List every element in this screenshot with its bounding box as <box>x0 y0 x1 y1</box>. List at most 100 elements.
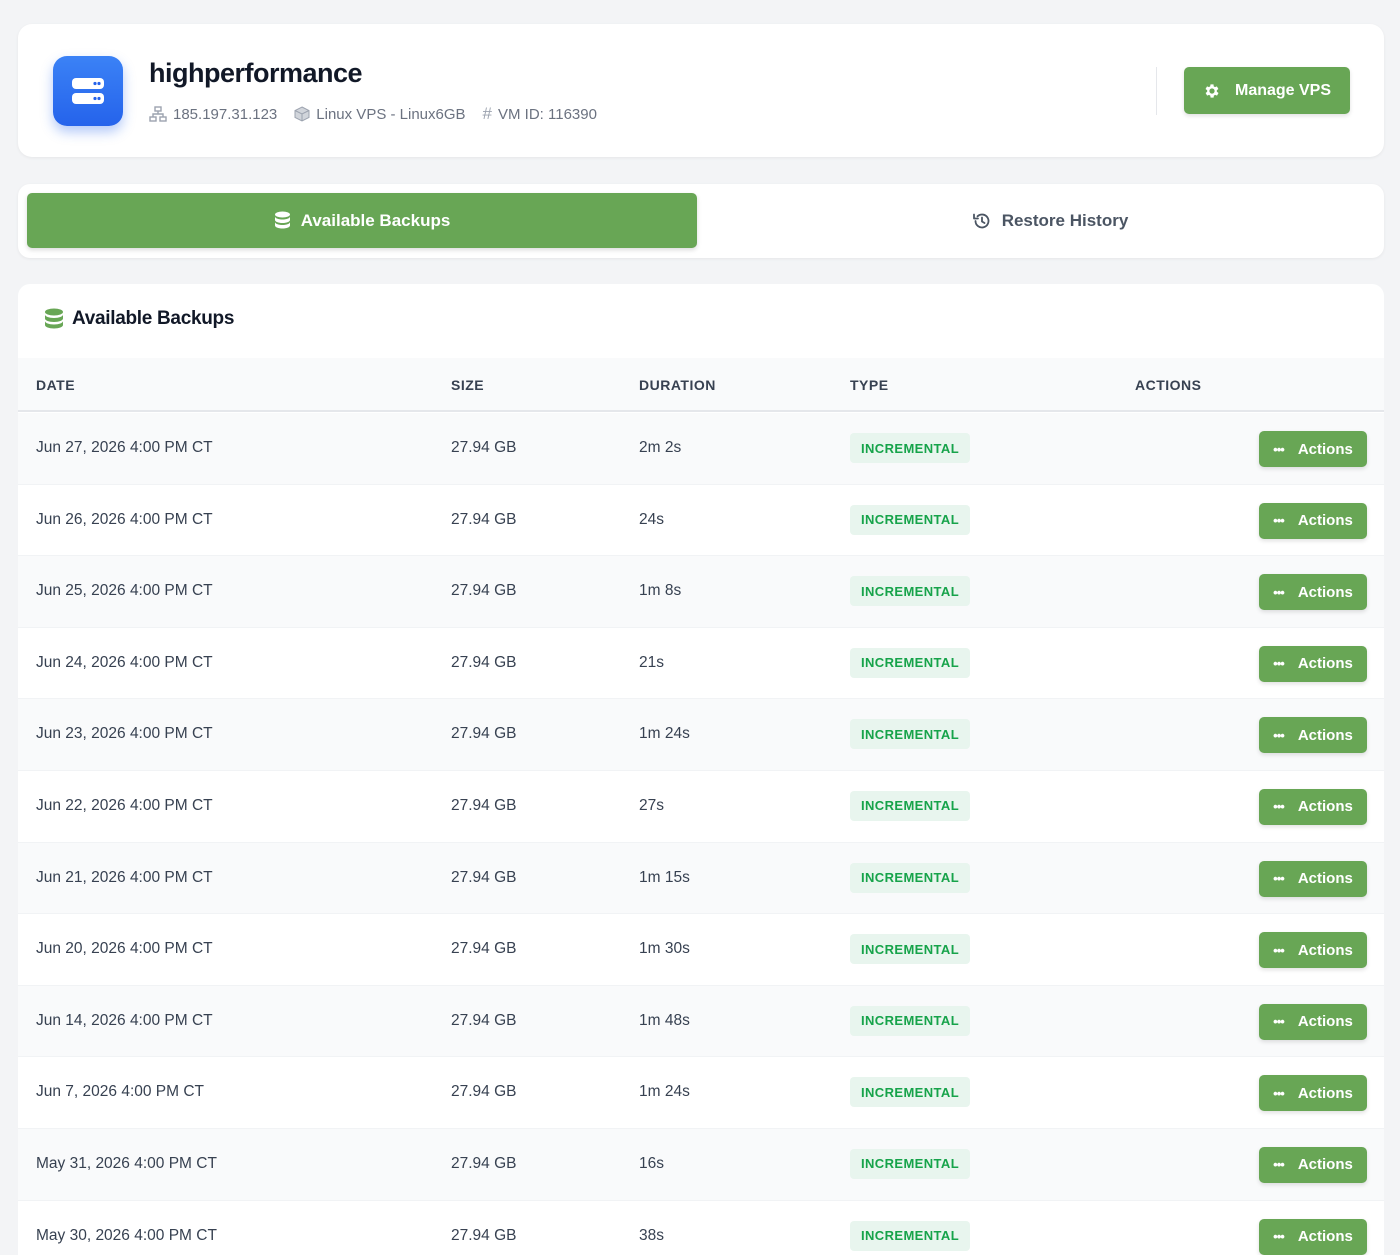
ip-text: 185.197.31.123 <box>173 105 278 123</box>
table-row: Jun 20, 2026 4:00 PM CT 27.94 GB 1m 30s INC… <box>18 914 1384 986</box>
backup-size: 27.94 GB <box>451 868 517 886</box>
table-row: Jun 25, 2026 4:00 PM CT 27.94 GB 1m 8s INCR… <box>18 556 1384 628</box>
backup-date: Jun 20, 2026 4:00 PM CT <box>36 940 213 958</box>
type-badge: INCREMENTAL <box>850 433 971 463</box>
backup-duration: 1m 15s <box>639 868 690 886</box>
type-badge: INCREMENTAL <box>850 719 971 750</box>
tab-restore-history-label: Restore History <box>1001 210 1129 230</box>
actions-button[interactable]: ••• Actions <box>1259 1218 1367 1255</box>
backup-date: Jun 7, 2026 4:00 PM CT <box>36 1083 205 1101</box>
backup-date: May 31, 2026 4:00 PM CT <box>36 1154 217 1172</box>
type-badge: INCREMENTAL <box>850 576 971 607</box>
actions-button[interactable]: ••• Actions <box>1259 717 1367 754</box>
actions-button[interactable]: ••• Actions <box>1259 645 1367 682</box>
backup-size: 27.94 GB <box>451 1011 517 1029</box>
column-size: SIZE <box>451 377 485 393</box>
manage-vps-button[interactable]: Manage VPS <box>1184 67 1350 114</box>
backup-size: 27.94 GB <box>451 1083 517 1101</box>
backup-date: Jun 23, 2026 4:00 PM CT <box>36 725 213 743</box>
actions-button[interactable]: ••• Actions <box>1259 860 1367 897</box>
actions-button[interactable]: ••• Actions <box>1259 431 1367 467</box>
actions-button-label: Actions <box>1297 512 1353 530</box>
backup-date: Jun 26, 2026 4:00 PM CT <box>36 510 213 528</box>
ellipsis-icon: ••• <box>1273 656 1285 672</box>
ellipsis-icon: ••• <box>1273 942 1285 958</box>
actions-button-label: Actions <box>1297 726 1353 744</box>
page: highperformance 185.197.31.123 Linux VPS… <box>0 0 1400 1255</box>
actions-button-label: Actions <box>1297 941 1353 959</box>
type-badge: INCREMENTAL <box>850 934 971 965</box>
backup-duration: 1m 24s <box>639 1083 690 1101</box>
actions-button[interactable]: ••• Actions <box>1259 1075 1367 1112</box>
ellipsis-icon: ••• <box>1273 799 1285 815</box>
header-divider <box>1156 67 1157 115</box>
type-badge: INCREMENTAL <box>850 790 971 821</box>
gear-icon <box>1205 83 1219 98</box>
tab-available-backups[interactable]: Available Backups <box>27 193 697 248</box>
table-header: DATE SIZE DURATION TYPE ACTIONS <box>18 358 1384 412</box>
backup-duration: 27s <box>639 796 664 814</box>
type-badge: INCREMENTAL <box>850 647 971 678</box>
ip-address: 185.197.31.123 <box>149 106 277 123</box>
actions-button[interactable]: ••• Actions <box>1259 788 1367 825</box>
type-badge: INCREMENTAL <box>850 862 971 893</box>
backup-size: 27.94 GB <box>451 653 517 671</box>
actions-button[interactable]: ••• Actions <box>1259 502 1367 539</box>
hash-icon: # <box>482 104 492 123</box>
backup-date: Jun 22, 2026 4:00 PM CT <box>36 796 213 814</box>
type-badge: INCREMENTAL <box>850 504 971 535</box>
database-icon <box>45 308 63 329</box>
vm-id-text: VM ID: 116390 <box>498 105 597 123</box>
actions-button[interactable]: ••• Actions <box>1259 932 1367 969</box>
backup-duration: 1m 48s <box>639 1011 690 1029</box>
table-row: Jun 21, 2026 4:00 PM CT 27.94 GB 1m 15s INC… <box>18 842 1384 915</box>
actions-button[interactable]: ••• Actions <box>1259 574 1367 611</box>
tab-bar: Available Backups Restore History <box>18 184 1384 258</box>
type-badge: INCREMENTAL <box>850 1148 971 1179</box>
type-badge: INCREMENTAL <box>850 1077 971 1108</box>
table-row: May 30, 2026 4:00 PM CT 27.94 GB 38s INCREM… <box>18 1201 1384 1255</box>
backup-table-body: Jun 27, 2026 4:00 PM CT 27.94 GB 2m 2s INCR… <box>18 413 1384 1255</box>
actions-button-label: Actions <box>1297 1228 1353 1246</box>
column-type: TYPE <box>850 377 889 393</box>
column-actions: ACTIONS <box>1135 377 1202 393</box>
column-duration: DURATION <box>639 377 716 393</box>
actions-button-label: Actions <box>1297 1156 1353 1174</box>
plan: Linux VPS - Linux6GB <box>294 106 466 123</box>
table-row: Jun 27, 2026 4:00 PM CT 27.94 GB 2m 2s INCR… <box>18 413 1384 485</box>
backup-duration: 1m 8s <box>639 582 682 600</box>
history-icon <box>972 213 990 228</box>
ellipsis-icon: ••• <box>1273 1157 1285 1173</box>
tab-restore-history[interactable]: Restore History <box>715 193 1385 248</box>
actions-button-label: Actions <box>1297 583 1353 601</box>
backup-duration: 16s <box>639 1154 664 1172</box>
table-row: Jun 24, 2026 4:00 PM CT 27.94 GB 21s INCREM… <box>18 628 1384 700</box>
backup-date: May 30, 2026 4:00 PM CT <box>36 1226 217 1244</box>
panel-title-text: Available Backups <box>72 308 235 329</box>
vps-title: highperformance <box>149 58 363 88</box>
backup-date: Jun 14, 2026 4:00 PM CT <box>36 1011 213 1029</box>
panel-title: Available Backups <box>44 308 234 330</box>
type-badge: INCREMENTAL <box>850 1005 971 1036</box>
ellipsis-icon: ••• <box>1273 1229 1285 1245</box>
backup-size: 27.94 GB <box>451 439 517 456</box>
database-icon <box>274 211 290 229</box>
column-date: DATE <box>36 377 76 393</box>
box-icon <box>294 106 310 122</box>
actions-button-label: Actions <box>1297 655 1353 673</box>
type-badge: INCREMENTAL <box>850 1220 971 1251</box>
table-row: May 31, 2026 4:00 PM CT 27.94 GB 16s INCREM… <box>18 1128 1384 1201</box>
server-icon <box>53 56 123 126</box>
vps-meta: 185.197.31.123 Linux VPS - Linux6GB # VM… <box>149 104 614 124</box>
actions-button[interactable]: ••• Actions <box>1259 1146 1367 1183</box>
backup-duration: 24s <box>639 510 664 528</box>
ellipsis-icon: ••• <box>1273 871 1285 887</box>
ellipsis-icon: ••• <box>1273 441 1285 457</box>
backup-size: 27.94 GB <box>451 510 517 528</box>
table-row: Jun 23, 2026 4:00 PM CT 27.94 GB 1m 24s INC… <box>18 699 1384 771</box>
actions-button[interactable]: ••• Actions <box>1259 1003 1367 1040</box>
table-row: Jun 26, 2026 4:00 PM CT 27.94 GB 24s INCREM… <box>18 485 1384 557</box>
backup-size: 27.94 GB <box>451 1154 517 1172</box>
backup-date: Jun 25, 2026 4:00 PM CT <box>36 582 213 600</box>
backup-date: Jun 21, 2026 4:00 PM CT <box>36 868 213 886</box>
